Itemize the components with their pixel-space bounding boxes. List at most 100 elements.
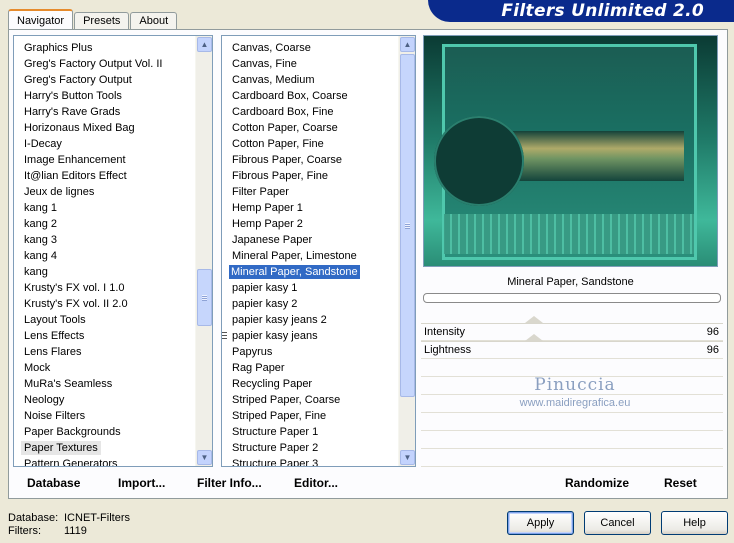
list-item[interactable]: kang 1	[14, 200, 195, 216]
category-scrollbar[interactable]: ▲ ▼	[195, 36, 212, 466]
list-item-label: Cotton Paper, Coarse	[232, 122, 338, 134]
editor-button[interactable]: Editor...	[294, 476, 338, 490]
preview-image[interactable]	[423, 35, 718, 267]
list-item[interactable]: Paper Textures	[14, 440, 195, 456]
list-item-label: Mock	[24, 362, 51, 374]
list-item-label: Canvas, Coarse	[232, 42, 311, 54]
list-item-label: Image Enhancement	[24, 154, 126, 166]
list-item[interactable]: Canvas, Fine	[222, 56, 398, 72]
list-item[interactable]: Canvas, Coarse	[222, 40, 398, 56]
list-item[interactable]: Cardboard Box, Coarse	[222, 88, 398, 104]
category-scroll-thumb[interactable]	[197, 269, 212, 326]
scroll-down-arrow-icon[interactable]: ▼	[400, 450, 415, 465]
reset-button[interactable]: Reset	[664, 476, 697, 490]
list-item[interactable]: Pattern Generators	[14, 456, 195, 467]
list-item[interactable]: Rag Paper	[222, 360, 398, 376]
list-item[interactable]: Mineral Paper, Limestone	[222, 248, 398, 264]
list-item[interactable]: Graphics Plus	[14, 40, 195, 56]
list-item[interactable]: I-Decay	[14, 136, 195, 152]
empty-param-row	[421, 431, 723, 449]
list-item-label: Recycling Paper	[232, 378, 313, 390]
list-item[interactable]: Fibrous Paper, Fine	[222, 168, 398, 184]
tab-navigator[interactable]: Navigator	[8, 9, 74, 30]
list-item[interactable]: Harry's Rave Grads	[14, 104, 195, 120]
list-item[interactable]: Japanese Paper	[222, 232, 398, 248]
progress-bar	[423, 293, 721, 303]
list-item[interactable]: Horizonaus Mixed Bag	[14, 120, 195, 136]
list-item[interactable]: papier kasy jeans 2	[222, 312, 398, 328]
list-item[interactable]: Structure Paper 3	[222, 456, 398, 466]
list-item[interactable]: Paper Backgrounds	[14, 424, 195, 440]
scroll-up-arrow-icon[interactable]: ▲	[400, 37, 415, 52]
scroll-up-arrow-icon[interactable]: ▲	[197, 37, 212, 52]
apply-button[interactable]: Apply	[507, 511, 574, 535]
list-item[interactable]: Papyrus	[222, 344, 398, 360]
list-item[interactable]: Cardboard Box, Fine	[222, 104, 398, 120]
list-item[interactable]: Lens Flares	[14, 344, 195, 360]
list-item-label: Greg's Factory Output	[24, 74, 132, 86]
list-item[interactable]: It@lian Editors Effect	[14, 168, 195, 184]
list-item[interactable]: Neology	[14, 392, 195, 408]
filter-scroll-thumb[interactable]	[400, 54, 415, 397]
list-item[interactable]: Harry's Button Tools	[14, 88, 195, 104]
list-item[interactable]: papier kasy 2	[222, 296, 398, 312]
list-item[interactable]: Jeux de lignes	[14, 184, 195, 200]
list-item[interactable]: Mineral Paper, Sandstone	[222, 264, 398, 280]
list-item[interactable]: Greg's Factory Output Vol. II	[14, 56, 195, 72]
watermark-url: www.maidiregrafica.eu	[519, 397, 631, 409]
list-item[interactable]: Greg's Factory Output	[14, 72, 195, 88]
list-item-label: Pattern Generators	[24, 458, 118, 467]
empty-param-row	[421, 449, 723, 467]
list-item-label: Cotton Paper, Fine	[232, 138, 324, 150]
list-item-label: kang 3	[24, 234, 58, 246]
list-item[interactable]: Structure Paper 1	[222, 424, 398, 440]
status-filters-label: Filters:	[8, 525, 41, 537]
list-item-label: Fibrous Paper, Fine	[232, 170, 328, 182]
list-item[interactable]: Image Enhancement	[14, 152, 195, 168]
filter-scrollbar[interactable]: ▲ ▼	[398, 36, 415, 466]
list-item[interactable]: Layout Tools	[14, 312, 195, 328]
list-item[interactable]: Cotton Paper, Fine	[222, 136, 398, 152]
list-item[interactable]: Striped Paper, Fine	[222, 408, 398, 424]
list-item-label: Japanese Paper	[232, 234, 313, 246]
list-item[interactable]: Cotton Paper, Coarse	[222, 120, 398, 136]
list-item[interactable]: papier kasy 1	[222, 280, 398, 296]
list-item[interactable]: Krusty's FX vol. II 2.0	[14, 296, 195, 312]
list-item-label: papier kasy 2	[232, 298, 298, 310]
list-item[interactable]: Mock	[14, 360, 195, 376]
list-item[interactable]: Structure Paper 2	[222, 440, 398, 456]
cancel-button[interactable]: Cancel	[584, 511, 651, 535]
tab-strip: Navigator Presets About	[8, 9, 178, 30]
list-item[interactable]: Striped Paper, Coarse	[222, 392, 398, 408]
list-item[interactable]: MuRa's Seamless	[14, 376, 195, 392]
help-button[interactable]: Help	[661, 511, 728, 535]
status-database-value: ICNET-Filters	[64, 512, 130, 524]
list-item[interactable]: kang 3	[14, 232, 195, 248]
randomize-button[interactable]: Randomize	[565, 476, 629, 490]
list-item[interactable]: Lens Effects	[14, 328, 195, 344]
filter-list[interactable]: Canvas, Coarse Canvas, Fine Canvas, Medium…	[221, 35, 416, 467]
category-list[interactable]: Graphics Plus Greg's Factory Output Vol. …	[13, 35, 213, 467]
list-item[interactable]: Noise Filters	[14, 408, 195, 424]
list-item[interactable]: Fibrous Paper, Coarse	[222, 152, 398, 168]
scroll-down-arrow-icon[interactable]: ▼	[197, 450, 212, 465]
list-item-label: Paper Textures	[21, 441, 101, 455]
list-item[interactable]: Recycling Paper	[222, 376, 398, 392]
list-item[interactable]: kang 4	[14, 248, 195, 264]
list-item[interactable]: kang	[14, 264, 195, 280]
list-item[interactable]: papier kasy jeans	[222, 328, 398, 344]
list-item[interactable]: Krusty's FX vol. I 1.0	[14, 280, 195, 296]
tab-about[interactable]: About	[130, 12, 178, 30]
list-item[interactable]: Filter Paper	[222, 184, 398, 200]
import-button[interactable]: Import...	[118, 476, 165, 490]
list-item[interactable]: Hemp Paper 2	[222, 216, 398, 232]
database-button[interactable]: Database	[27, 476, 80, 490]
lightness-slider[interactable]: Lightness 96	[421, 334, 723, 359]
list-item[interactable]: Canvas, Medium	[222, 72, 398, 88]
list-item[interactable]: kang 2	[14, 216, 195, 232]
filter-info-button[interactable]: Filter Info...	[197, 476, 262, 490]
list-item-label: Mineral Paper, Limestone	[232, 250, 357, 262]
list-item[interactable]: Hemp Paper 1	[222, 200, 398, 216]
tab-presets[interactable]: Presets	[74, 12, 130, 30]
intensity-slider[interactable]: Intensity 96	[421, 316, 723, 341]
